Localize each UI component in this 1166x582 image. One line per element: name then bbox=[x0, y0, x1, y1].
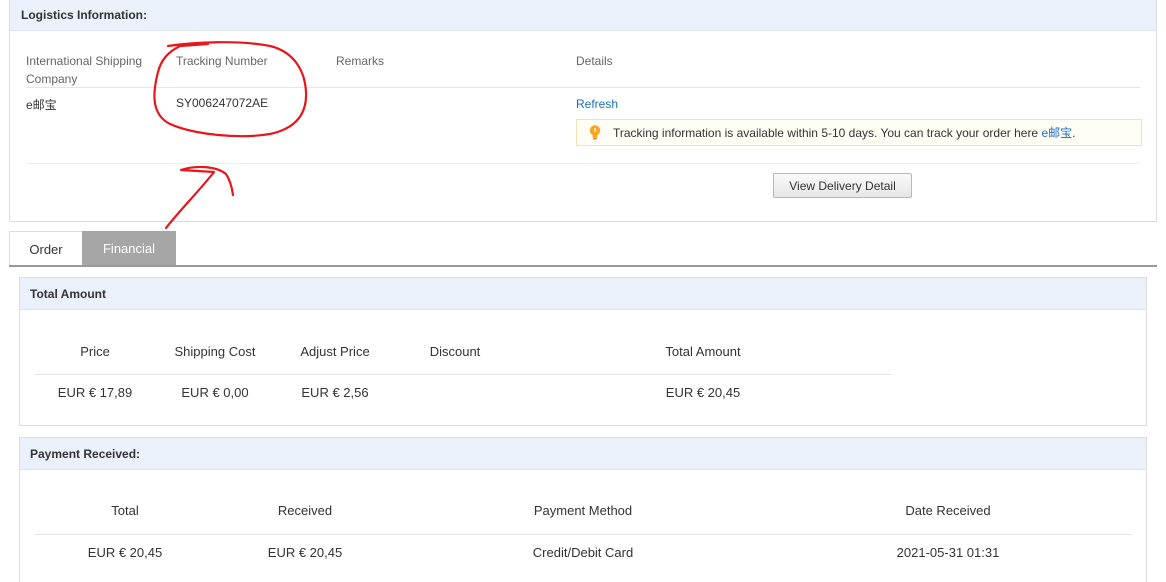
tab-divider bbox=[9, 265, 1157, 267]
value-total: EUR € 20,45 bbox=[87, 545, 163, 560]
logistics-panel: Logistics Information: International Shi… bbox=[9, 0, 1157, 222]
value-shipping-cost: EUR € 0,00 bbox=[181, 385, 249, 400]
shipping-company-value: e邮宝 bbox=[26, 98, 57, 112]
column-remarks: Remarks bbox=[336, 54, 385, 68]
value-received: EUR € 20,45 bbox=[267, 545, 343, 560]
value-total-amount: EUR € 20,45 bbox=[665, 385, 741, 400]
tab-financial[interactable]: Financial bbox=[82, 231, 176, 266]
header-discount: Discount bbox=[429, 344, 481, 359]
value-price: EUR € 17,89 bbox=[57, 385, 133, 400]
value-date-received: 2021-05-31 01:31 bbox=[896, 545, 1000, 560]
row-divider bbox=[35, 374, 891, 375]
header-payment-method: Payment Method bbox=[533, 503, 633, 518]
tip-text: Tracking information is available within… bbox=[613, 126, 1042, 140]
logistics-header-row: International Shipping Company Tracking … bbox=[26, 52, 1140, 88]
tip-text-end: . bbox=[1072, 126, 1076, 140]
column-tracking-number: Tracking Number bbox=[176, 54, 268, 68]
tab-order[interactable]: Order bbox=[9, 231, 83, 266]
header-shipping-cost: Shipping Cost bbox=[174, 344, 256, 359]
tracking-number-value: SY006247072AE bbox=[176, 96, 269, 110]
payment-received-panel: Payment Received: Total Received Payment… bbox=[19, 437, 1147, 582]
header-total-amount: Total Amount bbox=[665, 344, 741, 359]
logistics-title: Logistics Information: bbox=[10, 0, 1156, 31]
column-details: Details bbox=[576, 54, 613, 68]
row-divider bbox=[35, 534, 1132, 535]
header-received: Received bbox=[277, 503, 333, 518]
header-date-received: Date Received bbox=[905, 503, 991, 518]
header-adjust-price: Adjust Price bbox=[300, 344, 370, 359]
logistics-data-row: e邮宝 SY006247072AE Refresh Tracking infor… bbox=[26, 96, 1142, 164]
refresh-link[interactable]: Refresh bbox=[576, 97, 618, 111]
total-amount-panel: Total Amount Price Shipping Cost Adjust … bbox=[19, 277, 1147, 426]
tip-tracking-link[interactable]: e邮宝 bbox=[1041, 126, 1072, 140]
header-total: Total bbox=[111, 503, 139, 518]
tracking-tip: Tracking information is available within… bbox=[576, 119, 1142, 146]
payment-received-title: Payment Received: bbox=[20, 438, 1146, 470]
value-payment-method: Credit/Debit Card bbox=[532, 545, 634, 560]
view-delivery-detail-button[interactable]: View Delivery Detail bbox=[773, 173, 912, 198]
column-shipping-company: International Shipping Company bbox=[26, 54, 143, 86]
lightbulb-icon bbox=[589, 125, 601, 140]
header-price: Price bbox=[80, 344, 110, 359]
total-amount-title: Total Amount bbox=[20, 278, 1146, 310]
value-adjust-price: EUR € 2,56 bbox=[301, 385, 369, 400]
